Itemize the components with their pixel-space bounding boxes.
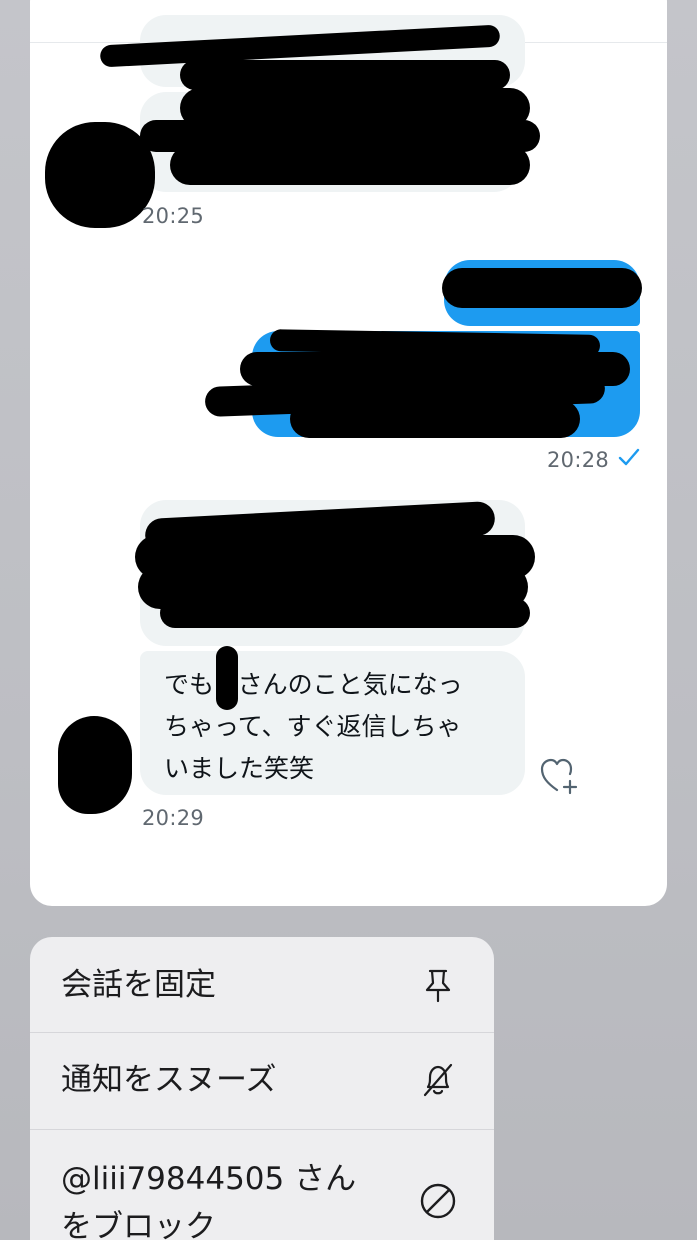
timestamp: 20:29 — [142, 806, 205, 830]
redaction-mark — [216, 646, 238, 710]
bell-slash-icon — [423, 1063, 453, 1097]
redaction-mark — [290, 400, 580, 438]
menu-item-block-user[interactable]: @liii79844505 さん をブロック — [30, 1131, 494, 1240]
menu-item-label: 通知をスヌーズ — [61, 1062, 277, 1098]
redaction-mark — [442, 268, 642, 308]
menu-item-snooze-notifications[interactable]: 通知をスヌーズ — [30, 1034, 494, 1130]
redaction-mark — [170, 145, 530, 185]
context-menu: 会話を固定 通知をスヌーズ @liii79844505 さん をブロック — [30, 937, 494, 1240]
read-check-icon — [618, 448, 640, 466]
redaction-mark — [180, 60, 510, 90]
menu-item-label: @liii79844505 さん をブロック — [61, 1161, 357, 1240]
block-circle-icon — [420, 1183, 456, 1219]
menu-item-pin-conversation[interactable]: 会話を固定 — [30, 937, 494, 1033]
timestamp: 20:25 — [142, 204, 205, 228]
redaction-mark — [160, 598, 530, 628]
menu-item-label: 会話を固定 — [61, 967, 216, 1003]
dm-preview-card: 20:25 20:28 でも■さんのこと気になっ ちゃって、すぐ返信しちゃ いま… — [30, 0, 667, 906]
pin-icon — [425, 969, 451, 1003]
avatar — [58, 716, 132, 814]
like-heart-plus-icon[interactable] — [539, 757, 579, 795]
timestamp: 20:28 — [547, 448, 610, 472]
redaction-mark — [45, 122, 155, 228]
